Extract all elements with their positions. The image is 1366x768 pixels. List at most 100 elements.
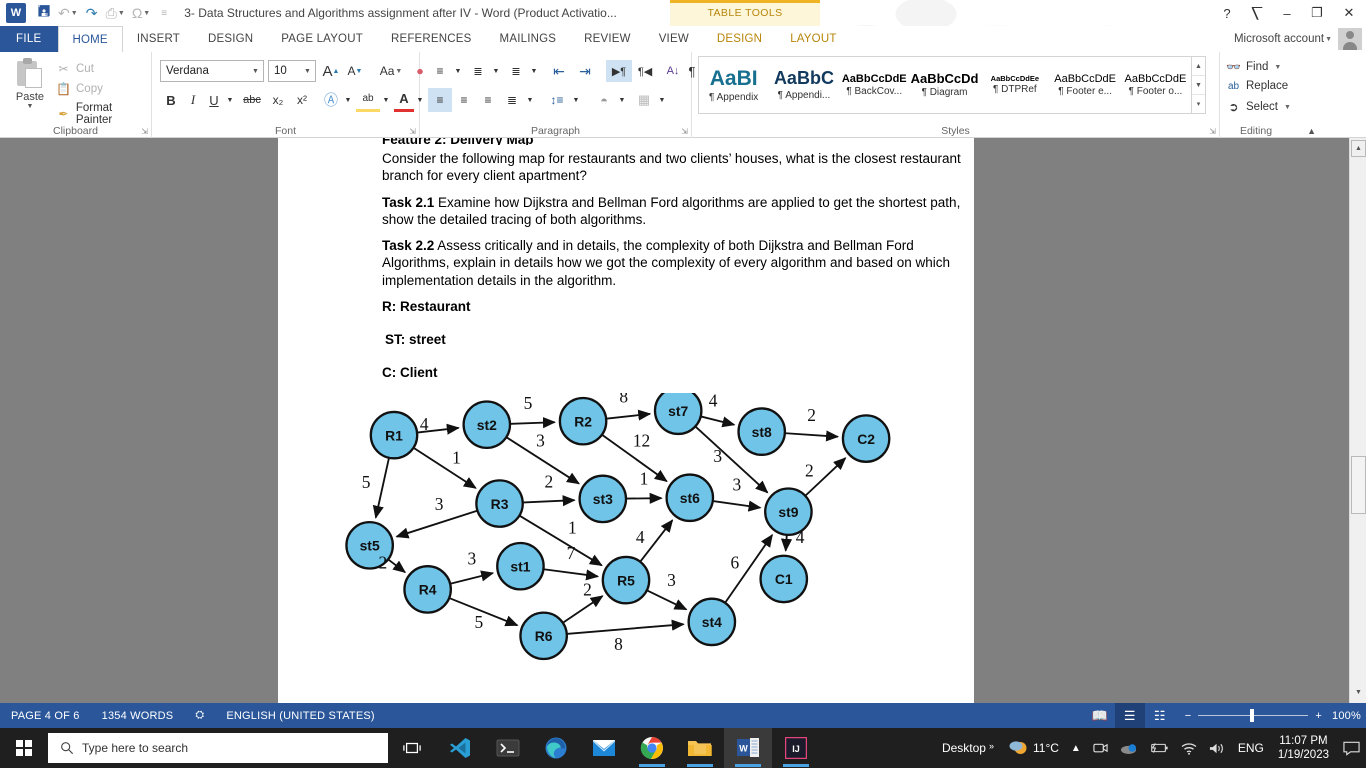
symbol-icon[interactable]: Ω ▼ xyxy=(129,2,153,24)
taskbar-app-chrome[interactable] xyxy=(628,728,676,768)
justify-dropdown[interactable]: ▼ xyxy=(524,88,536,112)
borders-button[interactable]: ▦ xyxy=(632,88,656,112)
tab-review[interactable]: REVIEW xyxy=(570,26,645,52)
align-center-button[interactable]: ≡ xyxy=(452,88,476,112)
taskbar-app-vscode[interactable] xyxy=(436,728,484,768)
taskbar-app-mail[interactable] xyxy=(580,728,628,768)
style-item[interactable]: AaBbCcDdE ¶ Footer e... xyxy=(1050,57,1121,113)
notifications-button[interactable] xyxy=(1337,741,1366,756)
change-case-button[interactable]: Aa ▼ xyxy=(374,60,408,82)
volume-tray-button[interactable] xyxy=(1203,742,1232,755)
document-body[interactable]: Consider the following map for restauran… xyxy=(382,150,972,398)
shrink-font-button[interactable]: A ▼ xyxy=(344,60,366,82)
highlight-button[interactable]: ab xyxy=(356,88,380,112)
cut-button[interactable]: ✂ Cut xyxy=(56,62,93,76)
zoom-in-button[interactable]: + xyxy=(1315,710,1322,722)
decrease-indent-button[interactable]: ⇤ xyxy=(546,60,572,82)
account-menu[interactable]: Microsoft account ▼ xyxy=(1234,26,1332,52)
underline-dropdown[interactable]: ▼ xyxy=(224,88,236,112)
weather-widget[interactable]: 11°C xyxy=(1002,739,1065,757)
style-item[interactable]: AaBbCcDdEe ¶ DTPRef xyxy=(980,57,1051,113)
word-count[interactable]: 1354 WORDS xyxy=(91,710,185,722)
numbering-dropdown[interactable]: ▼ xyxy=(490,60,502,82)
document-page[interactable]: Feature 2: Delivery Map Consider the fol… xyxy=(278,138,974,703)
tab-table-layout[interactable]: LAYOUT xyxy=(776,26,850,52)
tab-insert[interactable]: INSERT xyxy=(123,26,194,52)
camera-tray-button[interactable] xyxy=(1087,741,1114,755)
tab-references[interactable]: REFERENCES xyxy=(377,26,486,52)
search-input[interactable]: Type here to search xyxy=(48,733,388,763)
zoom-track[interactable] xyxy=(1198,709,1309,722)
help-icon[interactable]: ? xyxy=(1212,0,1242,26)
numbering-button[interactable]: ≣ xyxy=(466,60,490,82)
style-item[interactable]: AaBbCcDd ¶ Diagram xyxy=(910,57,981,113)
italic-button[interactable]: I xyxy=(182,88,204,112)
taskbar-app-file-explorer[interactable] xyxy=(676,728,724,768)
bold-button[interactable]: B xyxy=(160,88,182,112)
styles-dialog-launcher-icon[interactable]: ⇲ xyxy=(1209,127,1216,136)
sort-button[interactable]: A↓ xyxy=(662,60,684,82)
overflow-chevron-icon[interactable]: » xyxy=(989,741,994,751)
multilevel-dropdown[interactable]: ▼ xyxy=(528,60,540,82)
text-effects-button[interactable]: Ⓐ xyxy=(320,88,342,112)
paste-button[interactable]: Paste ▼ xyxy=(8,56,52,118)
customize-qat-icon[interactable]: ≡ xyxy=(154,2,174,24)
zoom-thumb[interactable] xyxy=(1250,709,1255,722)
avatar[interactable] xyxy=(1338,28,1362,50)
scrollbar-thumb[interactable] xyxy=(1351,456,1366,514)
styles-gallery-scrollbar[interactable]: ▲ ▼ ▾ xyxy=(1191,57,1205,113)
justify-button[interactable]: ≣ xyxy=(500,88,524,112)
document-area[interactable]: Feature 2: Delivery Map Consider the fol… xyxy=(0,138,1366,703)
font-color-button[interactable]: A xyxy=(394,88,414,112)
select-button[interactable]: ➲ Select ▼ xyxy=(1226,100,1290,114)
clock[interactable]: 11:07 PM 1/19/2023 xyxy=(1270,734,1337,763)
tab-page-layout[interactable]: PAGE LAYOUT xyxy=(267,26,377,52)
styles-gallery[interactable]: AaBI ¶ Appendix AaBbC ¶ Appendi... AaBbC… xyxy=(698,56,1206,114)
wifi-tray-button[interactable] xyxy=(1175,742,1203,755)
taskbar-app-edge[interactable] xyxy=(532,728,580,768)
tab-mailings[interactable]: MAILINGS xyxy=(486,26,571,52)
font-dialog-launcher-icon[interactable]: ⇲ xyxy=(409,127,416,136)
style-item[interactable]: AaBbCcDdE ¶ BackCov... xyxy=(840,57,910,113)
scroll-down-icon[interactable]: ▼ xyxy=(1351,684,1366,701)
styles-scroll-down-icon[interactable]: ▼ xyxy=(1192,76,1205,95)
task-view-button[interactable] xyxy=(388,728,436,768)
increase-indent-button[interactable]: ⇥ xyxy=(572,60,598,82)
format-painter-button[interactable]: ✒ Format Painter xyxy=(56,102,151,126)
shading-button[interactable]: ◓ xyxy=(592,88,616,112)
clipboard-dialog-launcher-icon[interactable]: ⇲ xyxy=(141,127,148,136)
ribbon-display-options-icon[interactable]: ⎲ xyxy=(1242,0,1272,26)
desktop-label-group[interactable]: Desktop » xyxy=(934,741,1002,755)
save-icon[interactable]: 🖪 xyxy=(34,2,54,24)
tab-view[interactable]: VIEW xyxy=(645,26,703,52)
print-layout-button[interactable]: ☰ xyxy=(1114,703,1145,728)
borders-dropdown[interactable]: ▼ xyxy=(656,88,668,112)
align-left-button[interactable]: ≡ xyxy=(428,88,452,112)
undo-icon[interactable]: ↶ ▼ xyxy=(55,2,81,24)
show-hidden-icons-button[interactable]: ▲ xyxy=(1065,743,1087,754)
shading-dropdown[interactable]: ▼ xyxy=(616,88,628,112)
vertical-scrollbar[interactable]: ▲ ▼ xyxy=(1349,138,1366,703)
page-indicator[interactable]: PAGE 4 OF 6 xyxy=(0,710,91,722)
superscript-button[interactable]: x² xyxy=(290,88,314,112)
start-button[interactable] xyxy=(0,728,48,768)
print-preview-icon[interactable]: ⎙ ▼ xyxy=(103,2,128,24)
onedrive-tray-button[interactable] xyxy=(1114,742,1143,755)
line-spacing-dropdown[interactable]: ▼ xyxy=(570,88,582,112)
redo-icon[interactable]: ↷ xyxy=(82,2,102,24)
zoom-out-button[interactable]: − xyxy=(1185,710,1192,722)
scroll-up-icon[interactable]: ▲ xyxy=(1351,140,1366,157)
tab-home[interactable]: HOME xyxy=(57,26,123,52)
tab-table-design[interactable]: DESIGN xyxy=(703,26,776,52)
proofing-status[interactable]: ⛭ xyxy=(184,709,215,722)
font-size-combobox[interactable]: 10 ▼ xyxy=(268,60,316,82)
tab-file[interactable]: FILE xyxy=(0,26,58,52)
web-layout-button[interactable]: ☷ xyxy=(1145,703,1175,728)
language-indicator[interactable]: ENG xyxy=(1232,741,1270,755)
styles-more-icon[interactable]: ▾ xyxy=(1192,95,1205,113)
styles-scroll-up-icon[interactable]: ▲ xyxy=(1192,57,1205,76)
font-name-combobox[interactable]: Verdana ▼ xyxy=(160,60,264,82)
line-spacing-button[interactable]: ↕≡ xyxy=(544,88,570,112)
paragraph-dialog-launcher-icon[interactable]: ⇲ xyxy=(681,127,688,136)
rtl-text-direction-button[interactable]: ¶◀ xyxy=(632,60,658,82)
